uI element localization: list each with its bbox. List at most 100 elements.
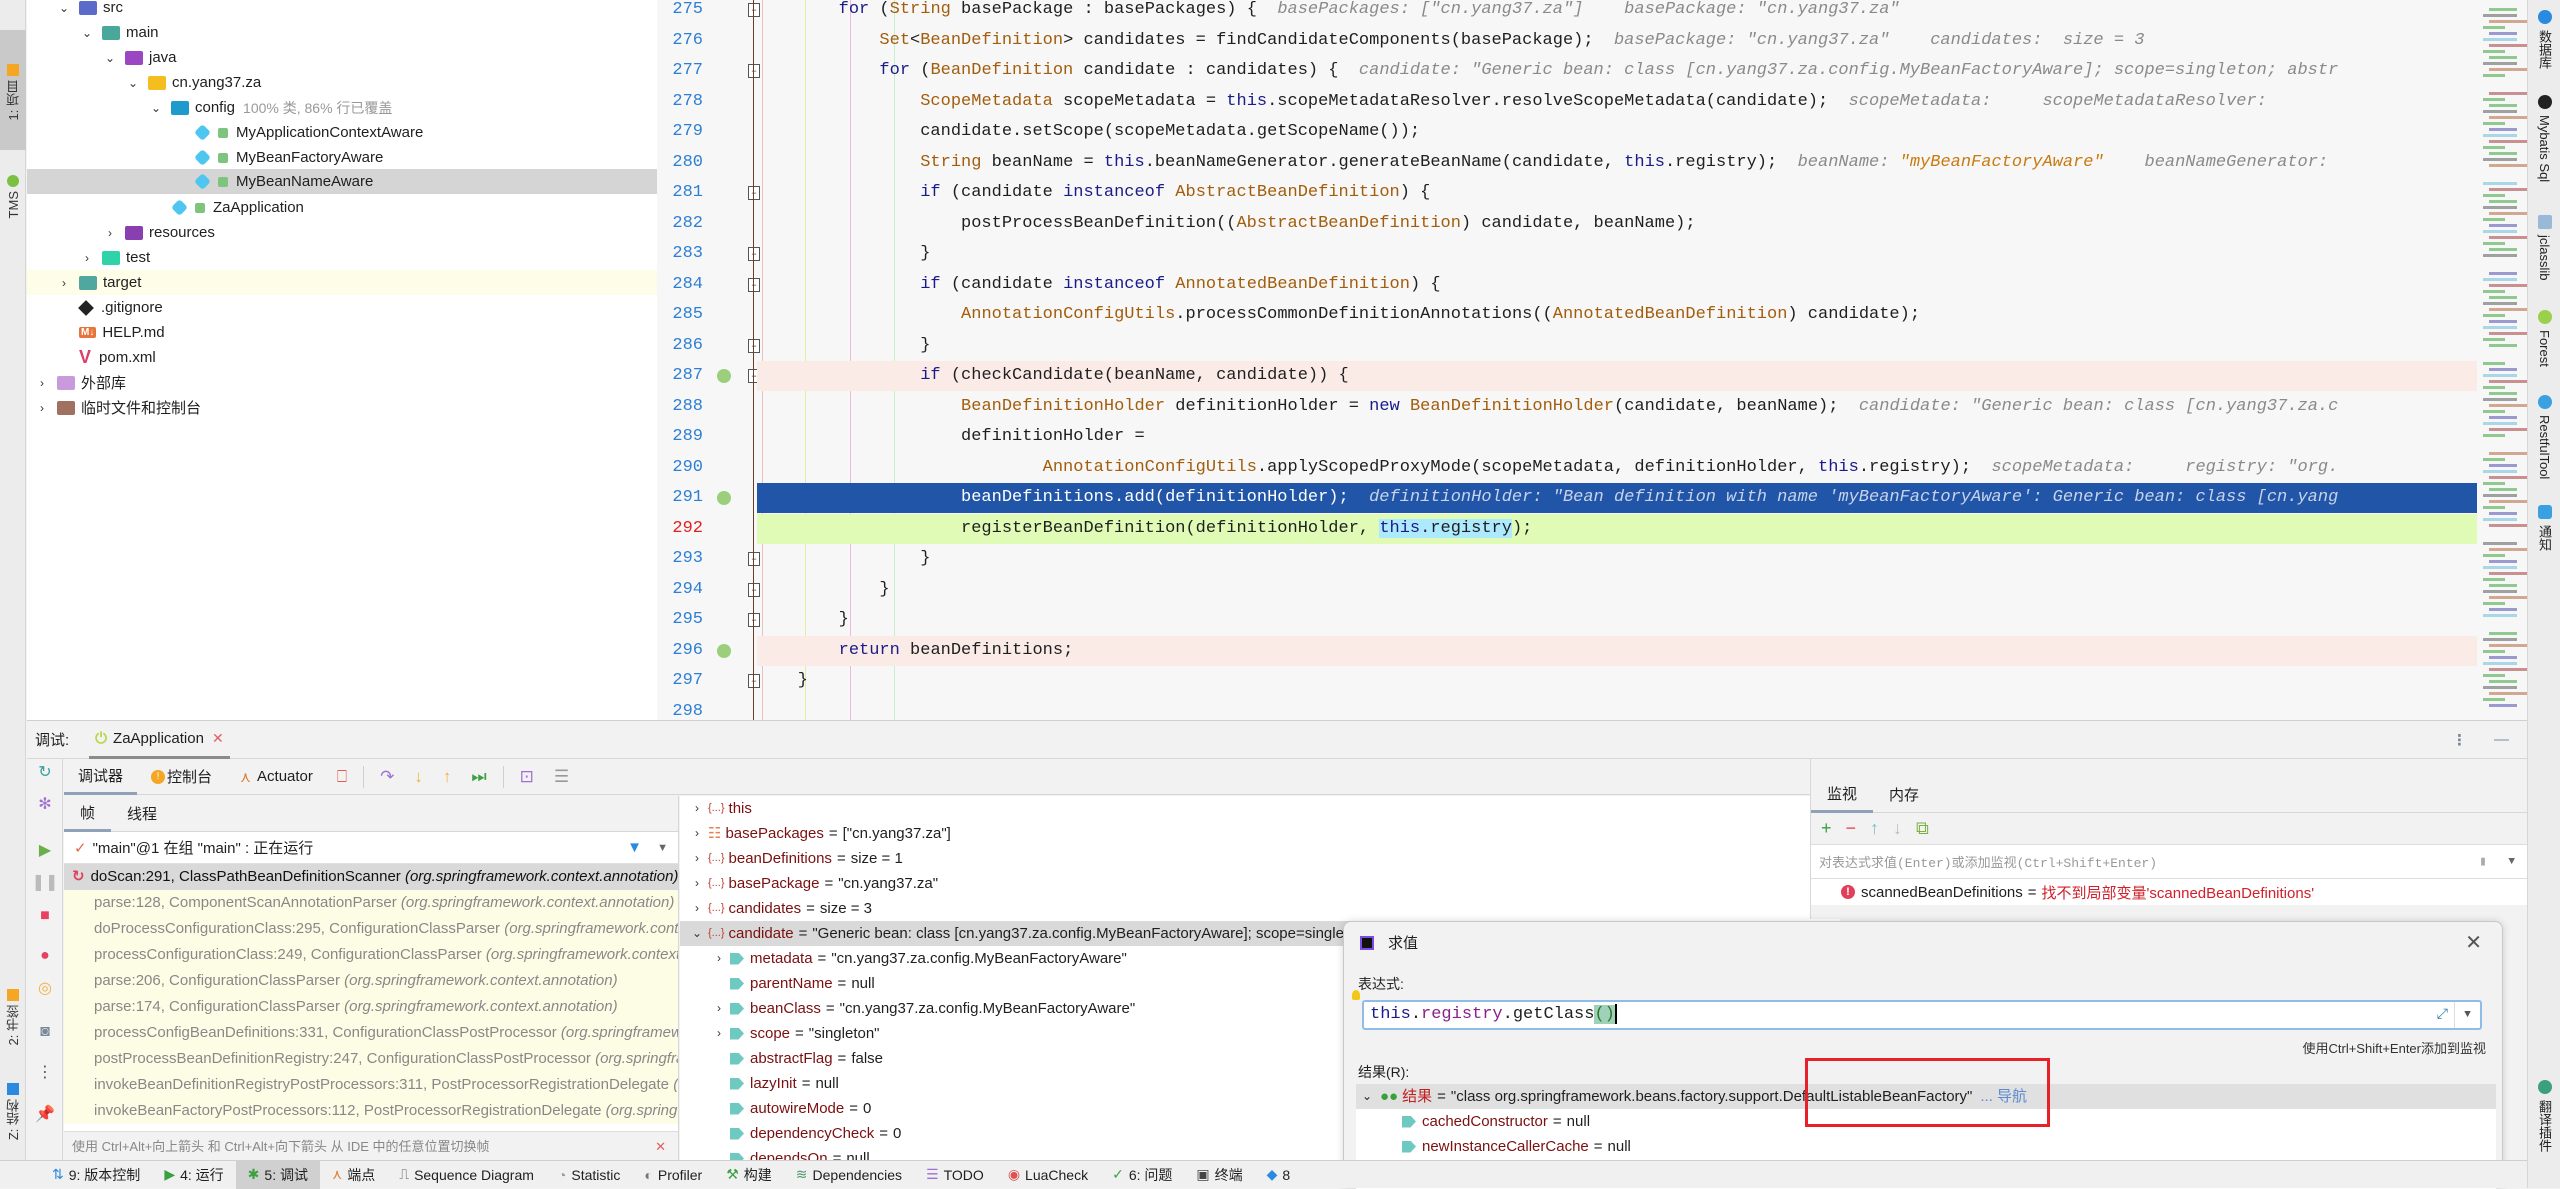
duplicate-icon[interactable]: ⧉ — [1916, 818, 1929, 839]
step-over-icon[interactable]: ↷ — [380, 767, 394, 787]
editor-minimap[interactable] — [2477, 0, 2527, 720]
line-number[interactable]: 294 — [663, 575, 703, 605]
breakpoint-verified-icon[interactable] — [717, 491, 731, 505]
chevron-right-icon[interactable]: › — [708, 996, 730, 1021]
watch-expression-input[interactable]: 对表达式求值(Enter)或添加监视(Ctrl+Shift+Enter) ▮ ▼ — [1811, 845, 2527, 879]
stack-frame[interactable]: parse:206, ConfigurationClassParser (org… — [64, 968, 678, 994]
tree-item-resources[interactable]: › resources — [27, 220, 657, 245]
tree-item-target[interactable]: › target — [27, 270, 657, 295]
line-number[interactable]: 291 — [663, 483, 703, 513]
code-line[interactable]: BeanDefinitionHolder definitionHolder = … — [757, 392, 2477, 422]
close-icon[interactable]: ✕ — [655, 1132, 666, 1162]
variable-row[interactable]: › {...} basePackage = "cn.yang37.za" — [680, 871, 1840, 896]
line-number[interactable]: 287 — [663, 361, 703, 391]
code-line[interactable]: } — [757, 544, 2477, 574]
chevron-down-icon[interactable]: ⌄ — [80, 26, 94, 40]
tab-debugger[interactable]: 调试器 — [64, 759, 138, 795]
chevron-right-icon[interactable]: › — [686, 846, 708, 871]
tool-window-button[interactable]: ☰ TODO — [914, 1161, 996, 1189]
code-line[interactable]: registerBeanDefinition(definitionHolder,… — [757, 513, 2477, 544]
code-line[interactable]: postProcessBeanDefinition((AbstractBeanD… — [757, 209, 2477, 239]
tool-window-button[interactable]: ⚒ 构建 — [714, 1161, 784, 1189]
line-number[interactable]: 277 — [663, 56, 703, 86]
code-line[interactable]: Set<BeanDefinition> candidates = findCan… — [757, 26, 2477, 56]
code-line[interactable]: } — [757, 666, 2477, 696]
line-number[interactable]: 292 — [663, 514, 703, 544]
line-number[interactable]: 290 — [663, 453, 703, 483]
tree-item-test[interactable]: › test — [27, 245, 657, 270]
tree-item-package[interactable]: ⌄ cn.yang37.za — [27, 70, 657, 95]
tree-item-gitignore[interactable]: .gitignore — [27, 295, 657, 320]
chevron-right-icon[interactable]: › — [80, 251, 94, 265]
tree-item-class[interactable]: MyBeanNameAware — [27, 169, 657, 194]
variable-row[interactable]: › {...} this — [680, 796, 1840, 821]
tool-tab-project[interactable]: 1: 项目 — [0, 30, 26, 150]
pin-icon[interactable]: 📌 — [35, 1105, 55, 1123]
chevron-down-icon[interactable]: ▼ — [657, 842, 668, 854]
tab-memory[interactable]: 内存 — [1873, 777, 1935, 813]
tool-tab-forest[interactable]: Forest — [2528, 310, 2560, 367]
chevron-right-icon[interactable]: › — [686, 896, 708, 921]
line-number[interactable]: 275 — [663, 0, 703, 25]
tool-tab-database[interactable]: 数据库 — [2528, 10, 2560, 69]
stack-frame[interactable]: parse:128, ComponentScanAnnotationParser… — [64, 890, 678, 916]
tree-item-class[interactable]: MyBeanFactoryAware — [27, 145, 657, 170]
line-number[interactable]: 276 — [663, 26, 703, 56]
code-line[interactable]: if (checkCandidate(beanName, candidate))… — [757, 361, 2477, 391]
settings-icon[interactable]: ✻ — [36, 795, 54, 813]
minimize-icon[interactable]: — — [2494, 731, 2509, 748]
show-execution-point-icon[interactable]: ⎕ — [337, 767, 347, 787]
evaluate-expression-icon[interactable]: ⊡ — [520, 767, 534, 787]
tree-item-config[interactable]: ⌄ config 100% 类, 86% 行已覆盖 — [27, 95, 657, 120]
close-icon[interactable]: ✕ — [2465, 930, 2482, 955]
code-line[interactable]: } — [757, 331, 2477, 361]
chevron-right-icon[interactable]: › — [103, 226, 117, 240]
tool-window-button[interactable]: ◐ Profiler — [632, 1161, 714, 1189]
tree-item-class[interactable]: MyApplicationContextAware — [27, 120, 657, 145]
view-breakpoints-icon[interactable]: ● — [36, 947, 54, 965]
stop-icon[interactable]: ■ — [36, 907, 54, 925]
chevron-down-icon[interactable]: ▼ — [2508, 856, 2515, 868]
tool-window-button[interactable]: ⇅ 9: 版本控制 — [40, 1161, 152, 1189]
line-number[interactable]: 280 — [663, 148, 703, 178]
lightbulb-icon[interactable] — [1352, 990, 1360, 1000]
code-line[interactable]: if (candidate instanceof AnnotatedBeanDe… — [757, 270, 2477, 300]
close-icon[interactable]: ✕ — [212, 730, 224, 747]
debug-session-tab[interactable]: ⏻ ZaApplication ✕ — [89, 721, 230, 759]
chevron-right-icon[interactable]: › — [708, 946, 730, 971]
breakpoint-verified-icon[interactable] — [717, 643, 731, 658]
code-line[interactable]: AnnotationConfigUtils.applyScopedProxyMo… — [757, 453, 2477, 483]
stack-frame[interactable]: doProcessConfigurationClass:295, Configu… — [64, 916, 678, 942]
tree-item-external-libs[interactable]: › 外部库 — [27, 370, 657, 395]
bookmark-icon[interactable]: ▮ — [2479, 854, 2487, 869]
breakpoint-verified-icon[interactable] — [717, 369, 731, 383]
tree-item-help-md[interactable]: M↓ HELP.md — [27, 320, 657, 345]
chevron-down-icon[interactable]: ⌄ — [149, 101, 163, 115]
tree-item-main[interactable]: ⌄ main — [27, 20, 657, 45]
remove-icon[interactable]: − — [1846, 818, 1857, 839]
code-line[interactable]: return beanDefinitions; — [757, 635, 2477, 666]
line-number[interactable]: 285 — [663, 300, 703, 330]
tool-window-button[interactable]: ✱ 5: 调试 — [235, 1160, 320, 1189]
result-field-row[interactable]: newInstanceCallerCache = null — [1356, 1134, 2496, 1159]
add-icon[interactable]: + — [1821, 818, 1832, 839]
code-editor[interactable]: 275−276277−278279280281−282283−284−28528… — [657, 0, 2477, 720]
run-to-cursor-icon[interactable]: ⏭ — [471, 767, 486, 787]
tool-window-button[interactable]: ◉ LuaCheck — [996, 1161, 1100, 1189]
stack-frame[interactable]: invokeBeanDefinitionRegistryPostProcesso… — [64, 1072, 678, 1098]
line-number[interactable]: 295 — [663, 605, 703, 635]
line-number[interactable]: 298 — [663, 697, 703, 721]
more-icon[interactable]: ⋮ — [36, 1063, 54, 1081]
chevron-right-icon[interactable]: › — [35, 376, 49, 390]
line-number[interactable]: 293 — [663, 544, 703, 574]
tool-window-button[interactable]: ▶ 4: 运行 — [152, 1161, 235, 1189]
code-line[interactable]: for (BeanDefinition candidate : candidat… — [757, 56, 2477, 86]
expression-input[interactable]: this.registry.getClass() ⤢ ▼ — [1362, 1000, 2482, 1030]
code-line[interactable]: ScopeMetadata scopeMetadata = this.scope… — [757, 87, 2477, 117]
tree-item-java[interactable]: ⌄ java — [27, 45, 657, 70]
code-line[interactable]: candidate.setScope(scopeMetadata.getScop… — [757, 117, 2477, 147]
chevron-right-icon[interactable]: › — [686, 821, 708, 846]
stack-frame[interactable]: parse:174, ConfigurationClassParser (org… — [64, 994, 678, 1020]
tool-window-button[interactable]: ◆ 8 — [1255, 1161, 1303, 1189]
pause-icon[interactable]: ❚❚ — [32, 873, 59, 891]
